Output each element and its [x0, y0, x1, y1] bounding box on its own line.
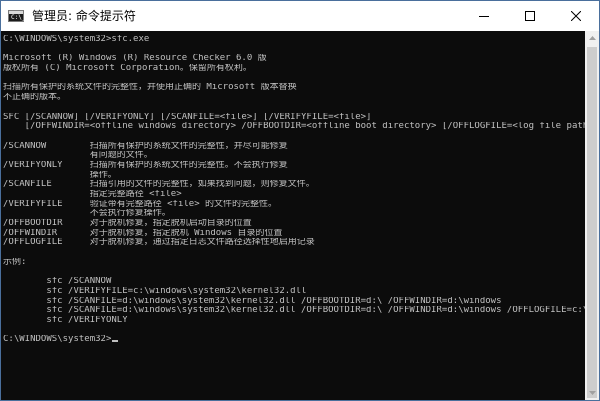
console-line: sfc /SCANFILE=d:\windows\system32\kernel…: [3, 296, 502, 306]
window-title: 管理员: 命令提示符: [32, 9, 136, 23]
app-icon-glyph: C:\_: [11, 14, 26, 21]
cmd-window: C:\_ 管理员: 命令提示符 C:\WINDOWS\system32>sfc.…: [0, 0, 600, 401]
console-line: 有问题的文件。: [3, 151, 153, 161]
maximize-icon: [525, 11, 535, 21]
console-line: /SCANFILE 扫描引用的文件的完整性，如果找到问题，则修复文件。: [3, 180, 315, 190]
console-line: sfc /SCANNOW: [3, 277, 112, 287]
console-line: /OFFBOOTDIR 对于脱机修复，指定脱机启动目录的位置: [3, 219, 252, 229]
command-prompt-line: C:\WINDOWS\system32>: [3, 335, 585, 345]
scroll-down-arrow[interactable]: [585, 386, 599, 400]
console-line: /VERIFYFILE 验证带有完整路径 <file> 的文件的完整性。: [3, 199, 278, 209]
console-line: /OFFLOGFILE 对于脱机修复，通过指定日志文件路径选择性地启用记录: [3, 238, 315, 248]
console-line: 不会执行修复操作。: [3, 209, 171, 219]
minimize-button[interactable]: [461, 1, 507, 31]
cmd-app-icon[interactable]: C:\_: [8, 10, 26, 22]
console-line: C:\WINDOWS\system32>sfc.exe: [3, 35, 150, 44]
console-line: [/OFFWINDIR=<offline windows directory> …: [3, 122, 585, 132]
chevron-up-icon: [588, 36, 596, 40]
chevron-down-icon: [588, 391, 596, 395]
minimize-icon: [479, 16, 489, 17]
console-line: 指定完整路径 <file>: [3, 190, 182, 199]
scroll-up-arrow[interactable]: [585, 31, 599, 45]
console-line: sfc /SCANFILE=d:\windows\system32\kernel…: [3, 306, 585, 316]
close-button[interactable]: [553, 1, 599, 31]
console-line: Microsoft (R) Windows (R) Resource Check…: [3, 54, 267, 64]
console-line: sfc /VERIFYONLY: [3, 315, 128, 325]
console-line: /VERIFYONLY 扫描所有保护的系统文件的完整性。不会执行修复: [3, 160, 288, 170]
console-line: sfc /VERIFYFILE=c:\windows\system32\kern…: [3, 286, 307, 296]
console-output[interactable]: C:\WINDOWS\system32>sfc.exe Microsoft (R)…: [1, 31, 585, 400]
console-line: SFC [/SCANNOW] [/VERIFYONLY] [/SCANFILE=…: [3, 112, 372, 122]
console-line: 扫描所有保护的系统文件的完整性，并使用正确的 Microsoft 版本替换: [3, 83, 297, 93]
console-line: 操作。: [3, 170, 117, 180]
scrollbar-thumb[interactable]: [587, 47, 597, 398]
title-bar[interactable]: C:\_ 管理员: 命令提示符: [1, 1, 599, 31]
console-line: 版权所有 (C) Microsoft Corporation。保留所有权利。: [3, 64, 252, 74]
console-line: 示例:: [3, 257, 27, 267]
window-controls: [461, 1, 599, 31]
console-line: /OFFWINDIR 对于脱机修复，指定脱机 Windows 目录的位置: [3, 228, 283, 238]
console-line: /SCANNOW 扫描所有保护的系统文件的完整性，并尽可能修复: [3, 141, 288, 151]
text-cursor: [112, 340, 119, 343]
vertical-scrollbar[interactable]: [585, 31, 599, 400]
console-line: 不正确的版本。: [3, 93, 67, 103]
maximize-button[interactable]: [507, 1, 553, 31]
close-icon: [571, 11, 581, 21]
